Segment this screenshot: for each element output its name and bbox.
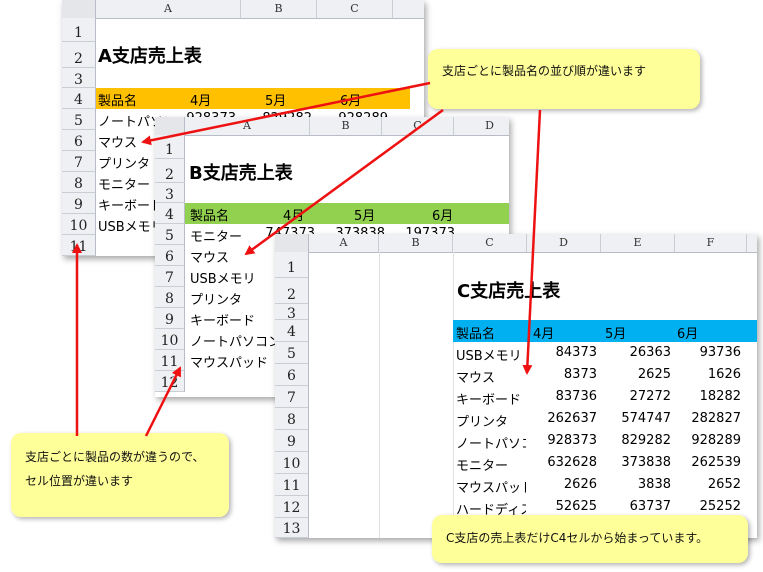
arrow-to-sheet-b-row-12 — [144, 366, 182, 437]
arrow-to-sheet-c-mouse — [522, 109, 542, 375]
arrow-to-sheet-a-mouse — [141, 81, 431, 146]
annotation-arrows — [72, 81, 542, 437]
arrow-to-sheet-b-mouse — [244, 108, 444, 256]
